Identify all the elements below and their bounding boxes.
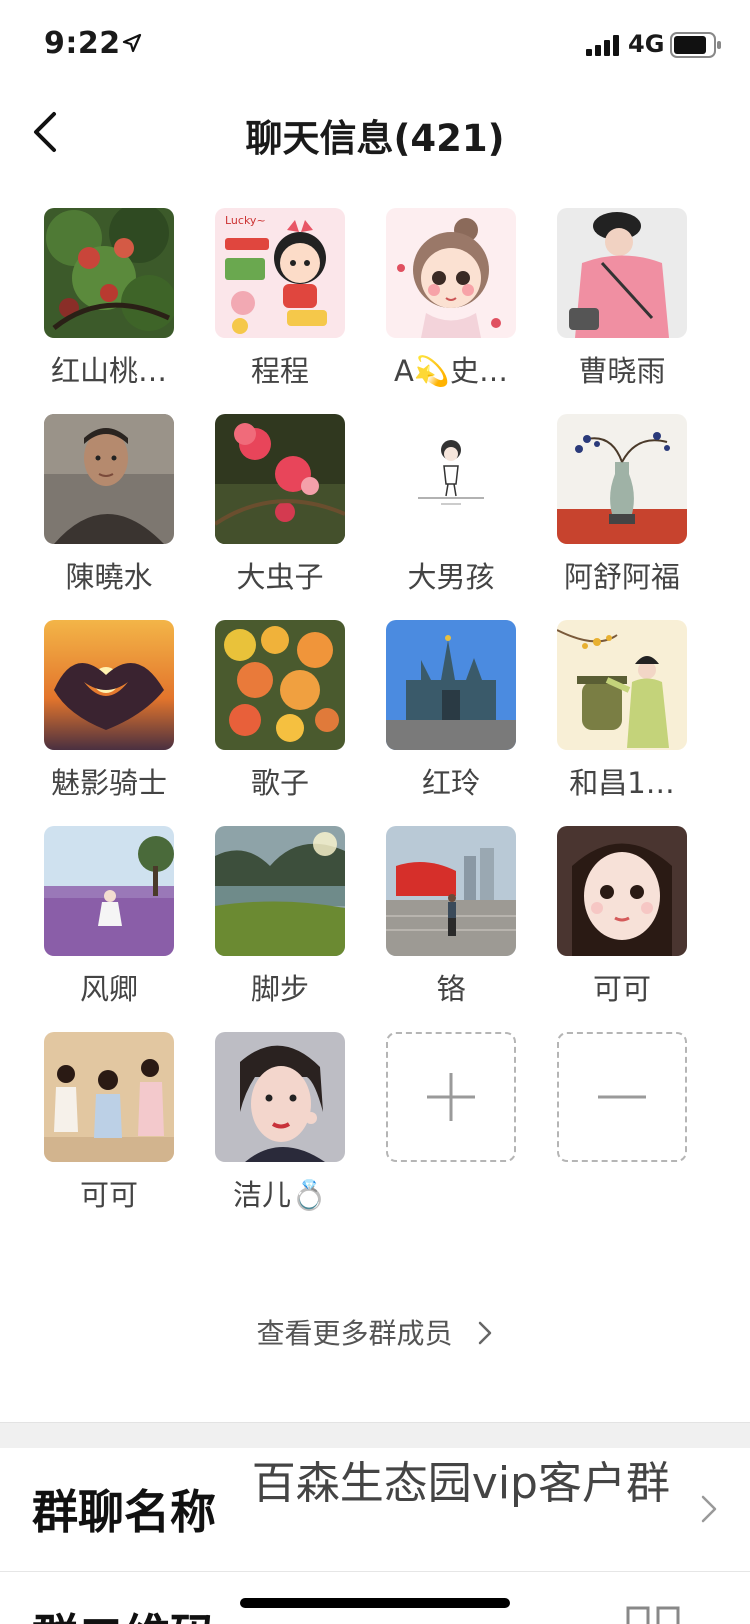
- avatar: [386, 826, 516, 956]
- remove-member-box[interactable]: [557, 1032, 687, 1162]
- member-item[interactable]: 曹晓雨: [537, 208, 707, 408]
- nav-bar: 聊天信息(421): [0, 88, 750, 176]
- member-row: 红山桃… Lucky~ 程程 A💫史… 曹晓雨: [0, 208, 750, 408]
- chevron-right-icon: [479, 1321, 492, 1345]
- member-item[interactable]: A💫史…: [366, 208, 536, 408]
- member-name: 歌子: [250, 766, 309, 800]
- plus-icon: [427, 1073, 475, 1121]
- status-time: 9:22: [44, 26, 121, 61]
- chevron-right-icon: [701, 1495, 717, 1523]
- status-bar: 9:22 4G: [0, 0, 750, 88]
- member-item[interactable]: 魅影骑士: [24, 620, 194, 820]
- member-item[interactable]: Lucky~ 程程: [195, 208, 365, 408]
- group-name-label: 群聊名称: [32, 1485, 216, 1539]
- member-row: 魅影骑士 歌子 红玲 和昌1…: [0, 620, 750, 820]
- member-name: 曹晓雨: [578, 354, 666, 388]
- member-name: A💫史…: [394, 354, 508, 388]
- member-name: 程程: [250, 354, 309, 388]
- member-name: 可可: [79, 1178, 138, 1212]
- home-indicator: [240, 1598, 510, 1608]
- view-more-members-label: 查看更多群成员: [256, 1317, 453, 1350]
- member-name: 红玲: [421, 766, 480, 800]
- member-name: 红山桃…: [50, 354, 167, 388]
- member-name: 和昌1…: [569, 766, 675, 800]
- group-name-value: 百森生态园vip客户群: [251, 1458, 670, 1509]
- qr-code-label: 群二维码: [32, 1600, 216, 1624]
- avatar: [557, 620, 687, 750]
- member-name: 脚步: [250, 972, 309, 1006]
- member-item[interactable]: 风卿: [24, 826, 194, 1026]
- battery-icon: [670, 32, 721, 58]
- avatar: [44, 414, 174, 544]
- avatar: [557, 826, 687, 956]
- member-item[interactable]: 歌子: [195, 620, 365, 820]
- member-name: 大虫子: [236, 560, 324, 594]
- member-name: 洁儿💍: [232, 1178, 328, 1212]
- svg-text:Lucky~: Lucky~: [225, 214, 266, 227]
- member-name: 陳曉水: [65, 560, 153, 594]
- member-item[interactable]: 和昌1…: [537, 620, 707, 820]
- member-name: 铬: [436, 972, 466, 1006]
- avatar: [44, 208, 174, 338]
- member-row: 陳曉水 大虫子 大男孩 阿舒阿福: [0, 414, 750, 614]
- member-name: 大男孩: [407, 560, 495, 594]
- view-more-members-link[interactable]: 查看更多群成员: [0, 1312, 750, 1352]
- remove-member-button[interactable]: [537, 1032, 707, 1232]
- avatar: [557, 208, 687, 338]
- member-name: 可可: [592, 972, 651, 1006]
- network-type: 4G: [628, 30, 665, 58]
- member-item[interactable]: 红玲: [366, 620, 536, 820]
- member-name: 魅影骑士: [50, 766, 167, 800]
- member-item[interactable]: 大虫子: [195, 414, 365, 614]
- member-item[interactable]: 铬: [366, 826, 536, 1026]
- minus-icon: [598, 1095, 646, 1099]
- signal-bars-icon: [586, 35, 619, 56]
- add-member-button[interactable]: [366, 1032, 536, 1232]
- chat-info-screen: 9:22 4G 聊天信息(421) 红山桃… Lucky~ 程程 A💫史… 曹晓…: [0, 0, 750, 1624]
- avatar: [215, 826, 345, 956]
- add-member-box[interactable]: [386, 1032, 516, 1162]
- avatar: [215, 1032, 345, 1162]
- member-name: 风卿: [79, 972, 138, 1006]
- member-item[interactable]: 阿舒阿福: [537, 414, 707, 614]
- member-row: 风卿 脚步 铬 可可: [0, 826, 750, 1026]
- avatar: [44, 1032, 174, 1162]
- avatar: [386, 414, 516, 544]
- member-item[interactable]: 脚步: [195, 826, 365, 1026]
- member-item[interactable]: 可可: [24, 1032, 194, 1232]
- avatar: [44, 620, 174, 750]
- member-name: 阿舒阿福: [563, 560, 680, 594]
- avatar: [386, 208, 516, 338]
- member-row: 可可 洁儿💍: [0, 1032, 750, 1232]
- member-item[interactable]: 可可: [537, 826, 707, 1026]
- avatar: [215, 414, 345, 544]
- group-name-row[interactable]: 群聊名称 百森生态园vip客户群: [0, 1448, 750, 1572]
- avatar: [215, 620, 345, 750]
- location-arrow-icon: [122, 33, 142, 53]
- avatar: [557, 414, 687, 544]
- avatar: [44, 826, 174, 956]
- avatar: Lucky~: [215, 208, 345, 338]
- qr-code-icon: [626, 1606, 680, 1624]
- member-item[interactable]: 陳曉水: [24, 414, 194, 614]
- avatar: [386, 620, 516, 750]
- page-title: 聊天信息(421): [245, 117, 505, 160]
- member-item[interactable]: 红山桃…: [24, 208, 194, 408]
- member-item[interactable]: 大男孩: [366, 414, 536, 614]
- section-divider: [0, 1422, 750, 1448]
- member-item[interactable]: 洁儿💍: [195, 1032, 365, 1232]
